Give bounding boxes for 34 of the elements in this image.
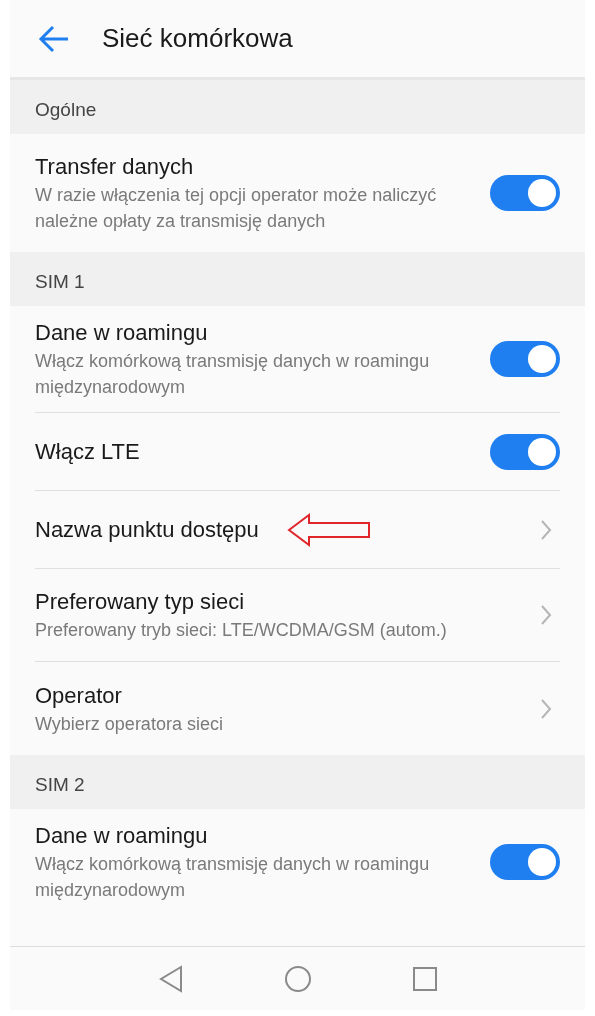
chevron-right-icon bbox=[540, 604, 552, 626]
row-subtitle: Preferowany tryb sieci: LTE/WCDMA/GSM (autom.) bbox=[35, 619, 448, 642]
toggle-switch[interactable] bbox=[490, 433, 560, 470]
section-header: Ogólne bbox=[35, 97, 97, 122]
settings-row[interactable]: Transfer danych W razie włączenia tej opcji operator może naliczyć należne opłaty za transmisję danych bbox=[35, 134, 560, 252]
chevron-right-icon bbox=[540, 697, 552, 720]
row-title: Włącz LTE bbox=[35, 437, 140, 466]
settings-row[interactable]: Dane w roamingu Włącz komórkową transmisję danych w roamingu międzynarodowym bbox=[35, 306, 560, 413]
row-title: Operator bbox=[35, 681, 122, 710]
toggle-switch[interactable] bbox=[490, 341, 560, 377]
row-title: Nazwa punktu dostępu bbox=[35, 515, 259, 544]
back-arrow-icon[interactable] bbox=[38, 24, 70, 53]
page-title: Sieć komórkowa bbox=[102, 22, 293, 55]
settings-row[interactable]: Operator Wybierz operatora sieci bbox=[35, 662, 560, 755]
recents-square-icon[interactable] bbox=[411, 965, 438, 992]
section-header: SIM 2 bbox=[35, 772, 85, 797]
settings-row[interactable]: Nazwa punktu dostępu bbox=[35, 491, 560, 569]
row-title: Dane w roamingu bbox=[35, 822, 208, 850]
settings-row[interactable]: Włącz LTE bbox=[35, 413, 560, 491]
back-triangle-icon[interactable] bbox=[157, 964, 184, 993]
chevron-right-icon bbox=[540, 518, 552, 541]
home-circle-icon[interactable] bbox=[283, 964, 312, 993]
row-title: Preferowany typ sieci bbox=[35, 588, 245, 616]
row-subtitle: Włącz komórkową transmisję danych w roamingu międzynarodowym bbox=[35, 350, 431, 399]
settings-row[interactable]: Preferowany typ sieci Preferowany tryb sieci: LTE/WCDMA/GSM (autom.) bbox=[35, 569, 560, 662]
settings-row[interactable]: Dane w roamingu Włącz komórkową transmisję danych w roamingu międzynarodowym bbox=[35, 809, 560, 915]
row-subtitle: Włącz komórkową transmisję danych w roamingu międzynarodowym bbox=[35, 853, 431, 902]
row-title: Transfer danych bbox=[35, 153, 194, 181]
toggle-switch[interactable] bbox=[490, 844, 560, 880]
row-subtitle: Wybierz operatora sieci bbox=[35, 712, 224, 736]
row-subtitle: W razie włączenia tej opcji operator może naliczyć należne opłaty za transmisję danych bbox=[35, 184, 438, 233]
section-header: SIM 1 bbox=[35, 269, 85, 294]
toggle-switch[interactable] bbox=[490, 175, 560, 211]
row-title: Dane w roamingu bbox=[35, 319, 208, 347]
